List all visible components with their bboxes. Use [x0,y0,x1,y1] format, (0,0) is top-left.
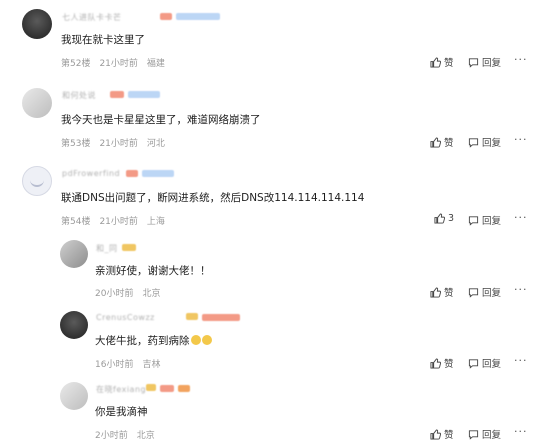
reply-meta: 16小时前 吉林 [95,357,169,370]
avatar[interactable] [22,88,52,118]
reply-button[interactable]: 回复 [468,135,501,149]
location: 上海 [146,217,165,227]
thumbs-up-icon [430,286,441,298]
member-badge [128,91,160,98]
level-badge [122,244,136,251]
reply-button[interactable]: 回复 [468,55,501,69]
floor-number: 第53楼 [61,139,91,149]
like-label: 赞 [444,58,454,69]
reply-label: 回复 [482,430,502,441]
timestamp: 21小时前 [99,139,138,149]
reply-meta: 20小时前 北京 [95,286,169,299]
member-badge [176,13,220,20]
reply-icon [468,57,479,68]
username[interactable]: pdFrowerfind [62,169,120,178]
more-options-icon[interactable]: ··· [514,211,528,224]
level-badge [146,384,156,391]
avatar[interactable] [60,382,88,410]
like-label: 赞 [444,288,454,299]
reply-label: 回复 [482,288,502,299]
laugh-emoji-icon [190,335,201,345]
reply-icon [468,429,479,440]
username[interactable]: CrenusCowzz [96,313,155,322]
reply-text-content: 大佬牛批，药到病除 [95,335,190,347]
member-badge [160,385,174,392]
timestamp: 20小时前 [95,289,134,299]
vip-badge [178,385,190,392]
location: 福建 [146,59,165,69]
like-button[interactable]: 赞 [430,356,454,370]
more-options-icon[interactable]: ··· [514,425,528,438]
reply-meta: 2小时前 北京 [95,428,164,441]
like-label: 赞 [444,138,454,149]
more-options-icon[interactable]: ··· [514,354,528,367]
thumbs-up-icon [430,56,441,68]
member-badge [142,170,174,177]
reply-icon [468,287,479,298]
location: 吉林 [142,360,161,370]
username[interactable]: 在晓fexiang [96,384,146,395]
like-count: 3 [448,213,455,224]
comment-text: 联通DNS出问题了，断网进系统，然后DNS改114.114.114.114 [61,192,365,204]
like-button[interactable]: 赞 [430,285,454,299]
avatar[interactable] [60,311,88,339]
comment-text: 我今天也是卡星星这里了，难道网络崩溃了 [61,114,261,126]
like-button[interactable]: 赞 [430,427,454,441]
timestamp: 2小时前 [95,431,128,441]
more-options-icon[interactable]: ··· [514,133,528,146]
comment-meta: 第52楼 21小时前 福建 [61,56,174,69]
comment-text: 我现在就卡这里了 [61,34,145,46]
more-options-icon[interactable]: ··· [514,53,528,66]
thumbs-up-icon [430,136,441,148]
member-badge [202,314,240,321]
location: 河北 [146,139,165,149]
timestamp: 16小时前 [95,360,134,370]
thumbs-up-icon [430,357,441,369]
level-badge [110,91,124,98]
reply-icon [468,137,479,148]
floor-number: 第52楼 [61,59,91,69]
reply-text: 大佬牛批，药到病除 [95,333,212,348]
like-button[interactable]: 赞 [430,55,454,69]
comment-meta: 第53楼 21小时前 河北 [61,136,174,149]
reply-label: 回复 [482,216,502,227]
like-button[interactable]: 赞 [430,135,454,149]
level-badge [160,13,172,20]
username[interactable]: 七人进队卡卡芒 [62,12,122,23]
thumbs-up-icon [434,213,445,224]
level-badge [126,170,138,177]
timestamp: 21小时前 [99,217,138,227]
reply-button[interactable]: 回复 [468,213,501,227]
username[interactable]: 和何处说 [62,90,96,101]
avatar[interactable] [22,9,52,39]
reply-button[interactable]: 回复 [468,356,501,370]
reply-button[interactable]: 回复 [468,285,501,299]
location: 北京 [136,431,155,441]
reply-button[interactable]: 回复 [468,427,501,441]
timestamp: 21小时前 [99,59,138,69]
reply-icon [468,358,479,369]
location: 北京 [142,289,161,299]
avatar[interactable] [22,166,52,196]
like-button[interactable]: 3 [434,213,454,224]
like-label: 赞 [444,430,454,441]
more-options-icon[interactable]: ··· [514,283,528,296]
comment-meta: 第54楼 21小时前 上海 [61,214,174,227]
reply-label: 回复 [482,359,502,370]
thumbs-up-icon [430,428,441,440]
avatar[interactable] [60,240,88,268]
reply-text: 你是我滴神 [95,406,148,418]
like-label: 赞 [444,359,454,370]
reply-label: 回复 [482,58,502,69]
level-badge [186,313,198,320]
reply-label: 回复 [482,138,502,149]
floor-number: 第54楼 [61,217,91,227]
laugh-emoji-icon [201,335,212,345]
reply-text: 亲测好使，谢谢大佬！！ [95,265,211,277]
reply-icon [468,215,479,226]
username[interactable]: 和_同 [96,243,118,254]
